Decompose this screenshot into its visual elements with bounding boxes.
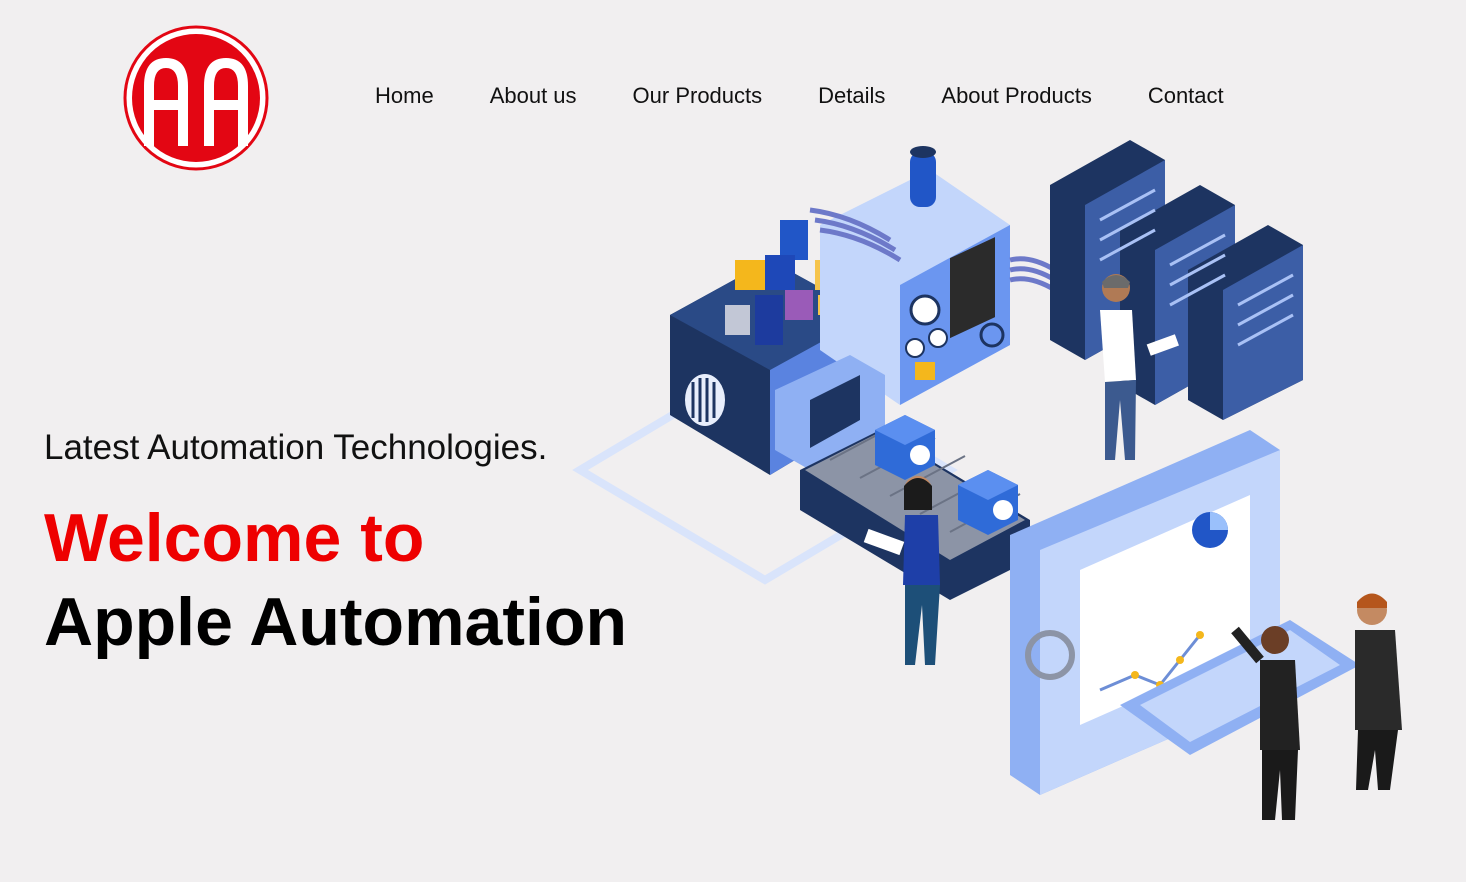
nav-home[interactable]: Home [375, 82, 434, 110]
hero-tagline: Latest Automation Technologies. [44, 428, 548, 467]
nav-contact[interactable]: Contact [1148, 82, 1224, 110]
dashboard-monitor [1010, 430, 1280, 795]
server-racks [1050, 140, 1303, 420]
hero-brand: Apple Automation [44, 584, 627, 660]
factory-automation-illustration [572, 140, 1402, 820]
hero-section: Latest Automation Technologies. Welcome … [44, 426, 627, 662]
nav-details[interactable]: Details [818, 82, 885, 110]
nav-our-products[interactable]: Our Products [633, 82, 763, 110]
brand-logo[interactable] [122, 24, 270, 172]
nav-about-us[interactable]: About us [490, 82, 577, 110]
businessman-standing [1355, 593, 1402, 790]
main-nav: Home About us Our Products Details About… [375, 82, 1224, 110]
nav-about-products[interactable]: About Products [941, 82, 1091, 110]
hero-welcome: Welcome to [44, 500, 425, 576]
